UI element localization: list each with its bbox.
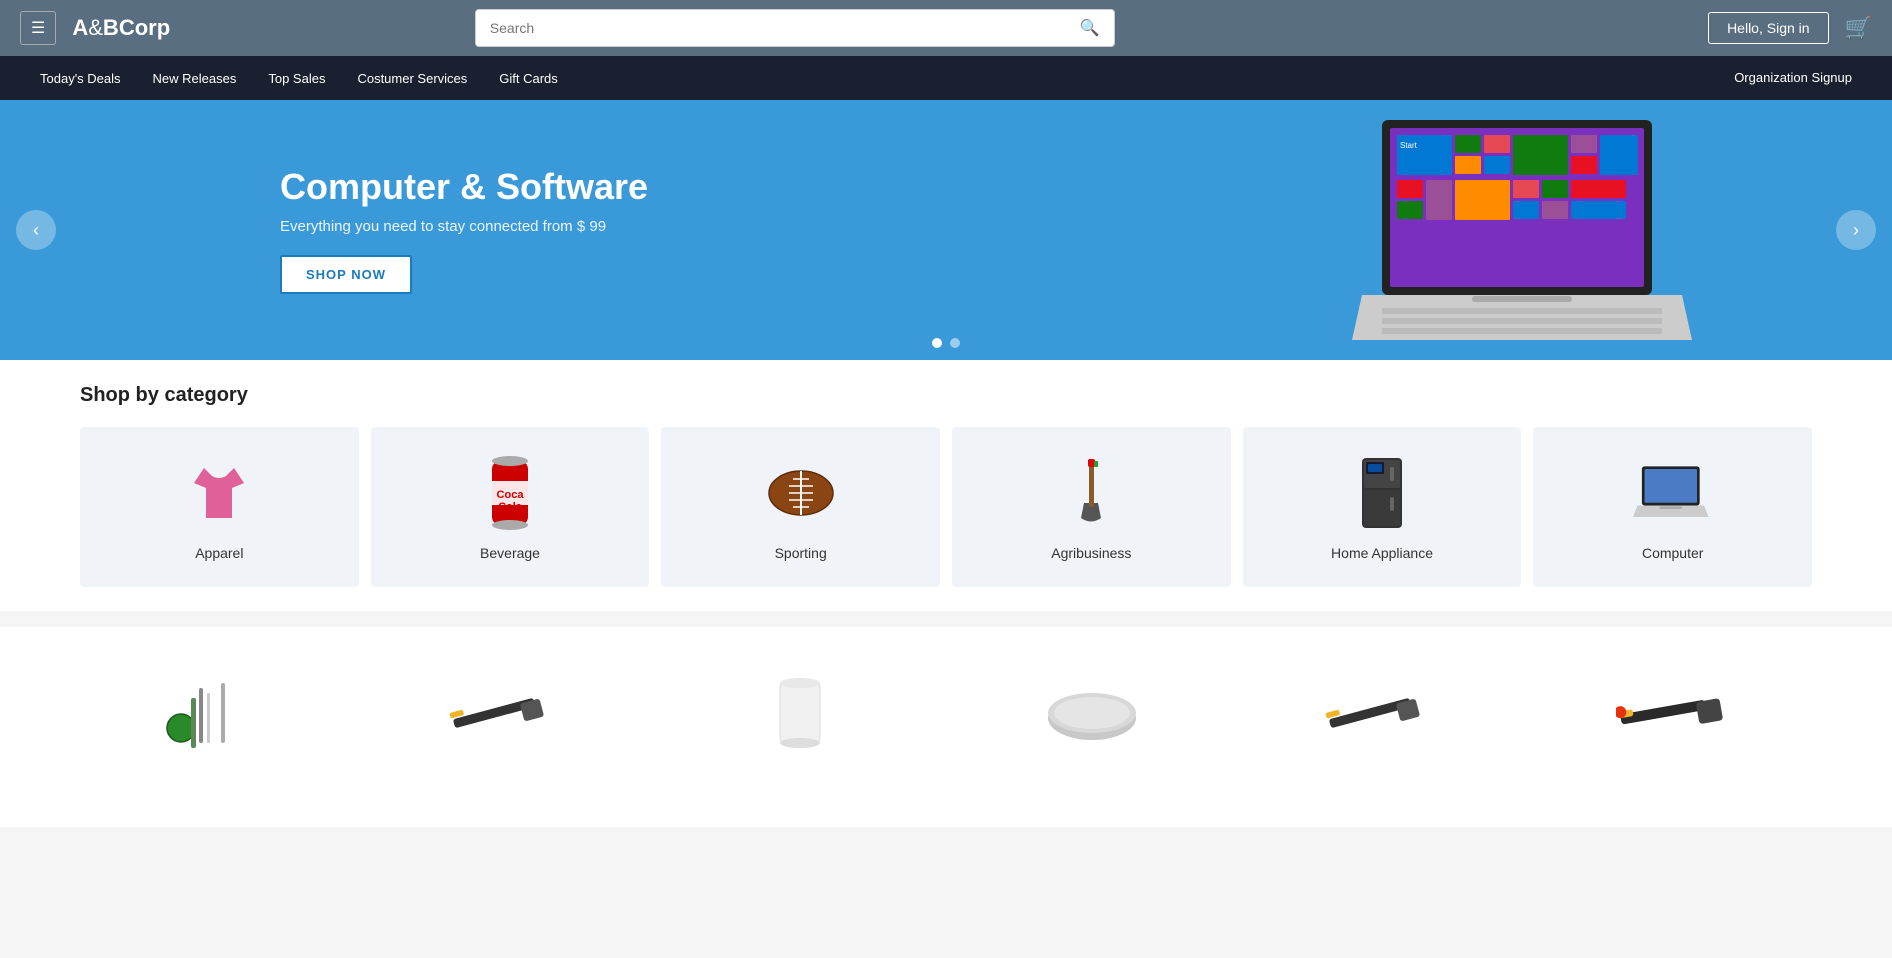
- navbar-left: Today's Deals New Releases Top Sales Cos…: [24, 59, 574, 98]
- product-1-svg: [161, 668, 271, 758]
- sidebar-item-todays-deals[interactable]: Today's Deals: [24, 59, 137, 98]
- product-card-6[interactable]: [1540, 647, 1812, 787]
- logo-b: B: [103, 15, 119, 40]
- product-img-6: [1616, 663, 1736, 763]
- svg-text:Cola: Cola: [498, 501, 523, 513]
- shop-now-button[interactable]: SHOP NOW: [280, 255, 412, 294]
- hero-image: Start: [1352, 100, 1692, 360]
- sidebar-item-customer-services[interactable]: Costumer Services: [341, 59, 483, 98]
- categories-title: Shop by category: [80, 384, 1812, 407]
- product-card-4[interactable]: [956, 647, 1228, 787]
- can-svg: Coca Cola: [480, 453, 540, 533]
- apparel-icon: [179, 453, 259, 533]
- category-computer[interactable]: Computer: [1533, 427, 1812, 587]
- product-card-5[interactable]: [1248, 647, 1520, 787]
- tshirt-svg: [184, 458, 254, 528]
- sporting-icon: [761, 453, 841, 533]
- product-img-1: [156, 663, 276, 763]
- header-right: Hello, Sign in 🛒: [1708, 12, 1872, 44]
- product-img-5: [1324, 663, 1444, 763]
- products-section: [0, 627, 1892, 827]
- hammer-svg-1: [448, 678, 568, 748]
- apparel-label: Apparel: [195, 545, 243, 561]
- product-card-2[interactable]: [372, 647, 644, 787]
- signin-button[interactable]: Hello, Sign in: [1708, 12, 1829, 44]
- category-beverage[interactable]: Coca Cola Beverage: [371, 427, 650, 587]
- hero-title: Computer & Software: [280, 166, 648, 208]
- product-card-3[interactable]: [664, 647, 936, 787]
- cart-button[interactable]: 🛒: [1845, 15, 1872, 41]
- product-img-2: [448, 663, 568, 763]
- products-grid: [80, 647, 1812, 787]
- laptop-illustration: Start: [1352, 110, 1692, 350]
- computer-icon: [1633, 453, 1713, 533]
- sporting-label: Sporting: [775, 545, 827, 561]
- sidebar-item-top-sales[interactable]: Top Sales: [252, 59, 341, 98]
- hero-dot-2[interactable]: [950, 338, 960, 348]
- search-button[interactable]: 🔍: [1066, 10, 1114, 46]
- sidebar-item-org-signup[interactable]: Organization Signup: [1718, 58, 1868, 97]
- search-icon: 🔍: [1080, 20, 1100, 37]
- football-svg: [761, 458, 841, 528]
- hero-next-button[interactable]: ›: [1836, 210, 1876, 250]
- beverage-icon: Coca Cola: [470, 453, 550, 533]
- hero-dot-1[interactable]: [932, 338, 942, 348]
- svg-text:Start: Start: [1400, 141, 1418, 150]
- menu-button[interactable]: ☰: [20, 11, 56, 45]
- beverage-label: Beverage: [480, 545, 540, 561]
- svg-text:Coca: Coca: [497, 489, 525, 501]
- category-grid: Apparel Coca Cola Beverage: [80, 427, 1812, 587]
- large-hammer-svg: [1616, 678, 1736, 748]
- agribusiness-label: Agribusiness: [1051, 545, 1131, 561]
- home-appliance-icon: [1342, 453, 1422, 533]
- logo-amp: &: [88, 15, 103, 40]
- header: ☰ A&BCorp 🔍 Hello, Sign in 🛒: [0, 0, 1892, 56]
- hammer-svg-2: [1324, 678, 1444, 748]
- computer-label: Computer: [1642, 545, 1703, 561]
- sidebar-item-new-releases[interactable]: New Releases: [137, 59, 253, 98]
- hero-content: Computer & Software Everything you need …: [0, 166, 648, 294]
- logo: A&BCorp: [72, 15, 170, 41]
- sidebar-item-gift-cards[interactable]: Gift Cards: [483, 59, 574, 98]
- shovel-svg: [1056, 453, 1126, 533]
- home-appliance-label: Home Appliance: [1331, 545, 1433, 561]
- logo-a: A: [72, 15, 88, 40]
- search-bar: 🔍: [475, 9, 1115, 47]
- product-img-3: [740, 663, 860, 763]
- category-agribusiness[interactable]: Agribusiness: [952, 427, 1231, 587]
- category-home-appliance[interactable]: Home Appliance: [1243, 427, 1522, 587]
- category-sporting[interactable]: Sporting: [661, 427, 940, 587]
- fridge-svg: [1352, 453, 1412, 533]
- search-input[interactable]: [476, 10, 1066, 46]
- navbar: Today's Deals New Releases Top Sales Cos…: [0, 56, 1892, 100]
- container-svg: [755, 663, 845, 763]
- hero-subtitle: Everything you need to stay connected fr…: [280, 218, 648, 235]
- agribusiness-icon: [1051, 453, 1131, 533]
- hero-dots: [932, 338, 960, 348]
- laptop-category-svg: [1633, 458, 1713, 528]
- navbar-right: Organization Signup: [1718, 69, 1868, 87]
- cart-icon: 🛒: [1845, 15, 1872, 40]
- device-svg: [1037, 673, 1147, 753]
- categories-section: Shop by category Apparel Coca Cola: [0, 360, 1892, 611]
- category-apparel[interactable]: Apparel: [80, 427, 359, 587]
- logo-corp: Corp: [119, 15, 170, 40]
- hero-banner: ‹ Computer & Software Everything you nee…: [0, 100, 1892, 360]
- product-card-1[interactable]: [80, 647, 352, 787]
- product-img-4: [1032, 663, 1152, 763]
